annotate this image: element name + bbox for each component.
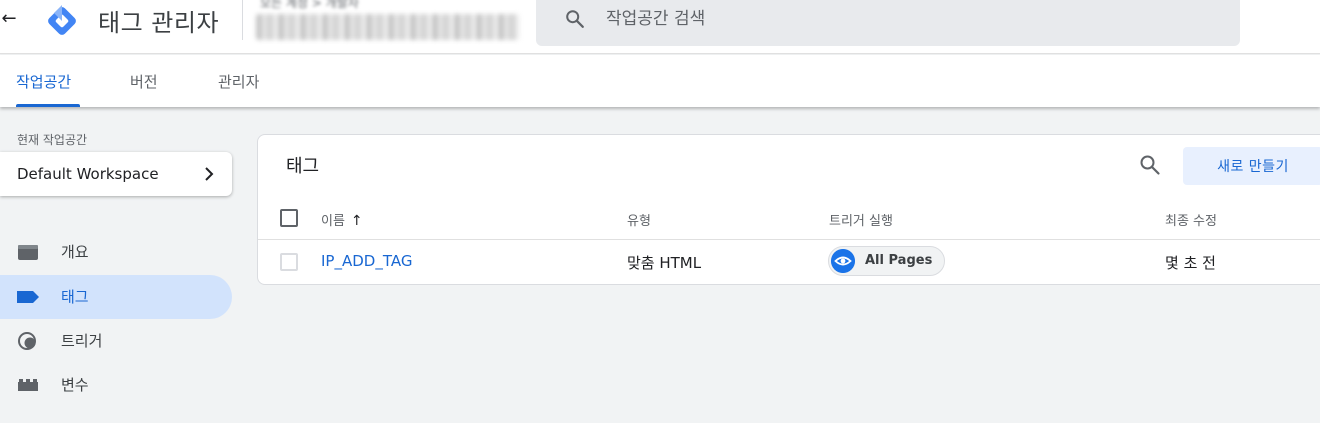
column-header-last-edited[interactable]: 최종 수정: [1165, 210, 1217, 229]
row-checkbox[interactable]: [280, 253, 298, 271]
sidebar-item-triggers[interactable]: 트리거: [0, 319, 232, 363]
search-icon[interactable]: [1138, 153, 1162, 177]
account-breadcrumb: 모든 계정 > 개발자: [260, 0, 359, 10]
workspace-search-bar[interactable]: [536, 0, 1240, 46]
eye-icon: [831, 249, 855, 273]
top-app-bar: ← 태그 관리자 모든 계정 > 개발자: [0, 0, 1320, 54]
card-title: 태그: [286, 156, 320, 177]
variables-icon: [18, 379, 38, 391]
tags-card: 태그 새로 만들기 이름 ↑ 유형 트리거 실행 최종 수정 IP_ADD_TAG…: [257, 134, 1320, 285]
sidebar-item-overview[interactable]: 개요: [0, 230, 232, 274]
current-workspace-label: 현재 작업공간: [17, 133, 88, 147]
tag-icon: [17, 291, 39, 303]
title-divider: [242, 0, 243, 40]
select-all-checkbox[interactable]: [280, 209, 298, 227]
tag-manager-logo-icon: [48, 5, 76, 35]
workspace-selector[interactable]: Default Workspace: [0, 152, 232, 196]
sidebar-item-variables[interactable]: 변수: [0, 363, 232, 407]
trigger-icon: [18, 332, 36, 350]
tag-name-link[interactable]: IP_ADD_TAG: [321, 252, 412, 270]
column-header-firing-triggers[interactable]: 트리거 실행: [829, 210, 893, 229]
tab-versions[interactable]: 버전: [130, 71, 158, 92]
tab-workspace[interactable]: 작업공간: [16, 71, 71, 92]
container-name-redacted: [256, 14, 520, 40]
column-header-type[interactable]: 유형: [627, 210, 651, 229]
chevron-right-icon: [205, 167, 214, 181]
new-tag-button[interactable]: 새로 만들기: [1183, 147, 1320, 185]
tab-admin[interactable]: 관리자: [218, 71, 259, 92]
sidebar-item-tags[interactable]: 태그: [0, 275, 232, 319]
header-divider: [258, 239, 1320, 240]
trigger-chip-label: All Pages: [865, 253, 933, 268]
sidebar-item-label: 개요: [61, 243, 89, 261]
tag-type: 맞춤 HTML: [627, 254, 702, 272]
search-icon: [566, 10, 584, 28]
workspace-name: Default Workspace: [17, 165, 159, 183]
column-header-label: 이름: [321, 214, 345, 229]
active-tab-indicator: [16, 104, 80, 107]
folder-icon: [18, 245, 38, 260]
app-title: 태그 관리자: [98, 9, 220, 37]
trigger-chip[interactable]: All Pages: [828, 246, 946, 276]
column-header-name[interactable]: 이름 ↑: [321, 210, 363, 229]
last-edited-value: 몇 초 전: [1165, 254, 1216, 272]
sidebar-item-label: 태그: [61, 288, 89, 306]
back-arrow-icon[interactable]: ←: [0, 8, 18, 30]
main-tab-bar: 작업공간 버전 관리자: [0, 55, 1320, 107]
sort-ascending-icon: ↑: [350, 213, 363, 229]
sidebar-item-label: 변수: [61, 376, 89, 394]
workspace-search-input[interactable]: [606, 4, 1206, 34]
account-container-picker[interactable]: 모든 계정 > 개발자: [256, 0, 530, 54]
sidebar-item-label: 트리거: [61, 332, 103, 350]
